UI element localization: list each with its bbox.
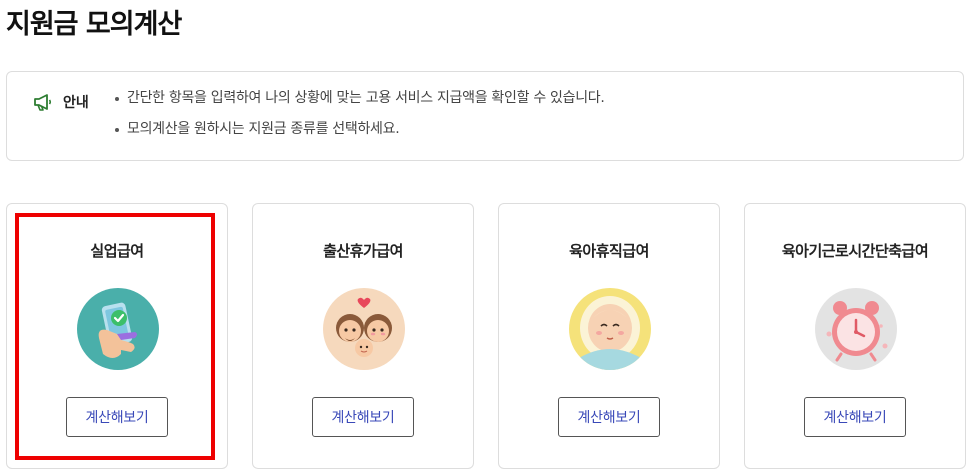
notice-label: 안내	[63, 95, 89, 111]
card-title: 육아휴직급여	[569, 242, 649, 260]
card-title: 실업급여	[90, 242, 144, 260]
notice-list: 간단한 항목을 입력하여 나의 상황에 맞는 고용 서비스 지급액을 확인할 수…	[113, 90, 605, 152]
calculate-button[interactable]: 계산해보기	[558, 397, 660, 437]
phone-check-illustration	[77, 288, 159, 370]
megaphone-icon	[34, 94, 52, 111]
calculate-button[interactable]: 계산해보기	[66, 397, 168, 437]
notice-item: 간단한 항목을 입력하여 나의 상황에 맞는 고용 서비스 지급액을 확인할 수…	[113, 90, 605, 106]
parents-baby-illustration	[323, 288, 405, 370]
alarm-clock-illustration	[815, 288, 897, 370]
page-title: 지원금 모의계산	[6, 9, 182, 40]
card-unemployment-benefit[interactable]: 실업급여 계산해보기	[6, 203, 228, 469]
card-parental-leave-benefit[interactable]: 육아휴직급여 계산해보기	[498, 203, 720, 469]
notice-header: 안내	[33, 92, 89, 112]
calculate-button[interactable]: 계산해보기	[804, 397, 906, 437]
card-reduced-working-hours-benefit[interactable]: 육아기근로시간단축급여 계산해보기	[744, 203, 966, 469]
card-title: 육아기근로시간단축급여	[781, 242, 929, 260]
calculate-button[interactable]: 계산해보기	[312, 397, 414, 437]
notice-box: 안내 간단한 항목을 입력하여 나의 상황에 맞는 고용 서비스 지급액을 확인…	[6, 71, 964, 161]
card-title: 출산휴가급여	[323, 242, 403, 260]
notice-item: 모의계산을 원하시는 지원금 종류를 선택하세요.	[113, 121, 605, 137]
card-maternity-leave-benefit[interactable]: 출산휴가급여 계산해보기	[252, 203, 474, 469]
baby-face-illustration	[569, 288, 651, 370]
